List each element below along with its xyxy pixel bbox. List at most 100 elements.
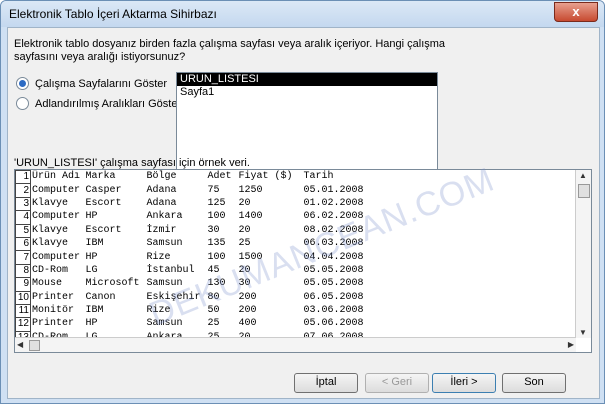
table-cell: 20 (238, 264, 251, 276)
table-cell: Mouse (32, 278, 63, 290)
table-cell: Ankara (146, 211, 183, 223)
vertical-scroll-thumb[interactable] (578, 184, 590, 198)
close-button[interactable]: x (554, 2, 598, 22)
table-cell: Computer (32, 251, 81, 263)
finish-button[interactable]: Son (502, 373, 566, 393)
horizontal-scrollbar[interactable]: ◀ ▶ (15, 337, 576, 352)
table-cell: 25 (207, 318, 220, 330)
scroll-down-icon[interactable]: ▼ (579, 328, 587, 337)
table-cell: İstanbul (146, 264, 195, 276)
row-number: 5 (15, 223, 31, 238)
sample-data-grid: 1 Ürün Adı Marka Bölge Adet Fiyat ($) Tarih 2 Co… (14, 169, 592, 353)
row-number: 1 (15, 170, 31, 185)
table-cell: 06.05.2008 (303, 291, 364, 303)
table-cell: 06.03.2008 (303, 238, 364, 250)
table-cell: 05.05.2008 (303, 264, 364, 276)
table-cell: Adet (207, 171, 232, 183)
table-cell: Klavye (32, 197, 69, 209)
table-cell: Escort (85, 197, 122, 209)
vertical-scrollbar[interactable]: ▲ ▼ (575, 170, 591, 338)
table-cell: 20 (238, 197, 251, 209)
row-number: 8 (15, 263, 31, 279)
table-cell: 100 (207, 251, 226, 263)
table-cell: Klavye (32, 224, 69, 236)
back-button[interactable]: < Geri (365, 373, 429, 393)
table-cell: IBM (85, 238, 104, 250)
table-cell: IBM (85, 305, 104, 317)
table-cell: Adana (146, 197, 177, 209)
row-number: 10 (15, 290, 31, 305)
table-row: 3 Klavye Escort Adana 125 20 01.02.2008 (15, 196, 376, 212)
table-cell: CD-Rom (32, 264, 69, 276)
table-cell: 45 (207, 264, 220, 276)
table-cell: 30 (238, 278, 251, 290)
table-cell: Rize (146, 251, 171, 263)
instruction-text: Elektronik tablo dosyanız birden fazla ç… (14, 38, 446, 63)
table-row: 2 Computer Casper Adana 75 1250 05.01.2008 (15, 183, 376, 198)
table-cell: LG (85, 264, 98, 276)
table-cell: Klavye (32, 238, 69, 250)
table-cell: HP (85, 251, 98, 263)
worksheet-item-sayfa1[interactable]: Sayfa1 (177, 86, 437, 99)
table-cell: Eskişehir (146, 291, 201, 303)
next-button[interactable]: İleri > (432, 373, 496, 393)
horizontal-scroll-thumb[interactable] (29, 340, 40, 351)
table-cell: 25 (238, 238, 251, 250)
worksheet-item-urun-listesi[interactable]: URUN_LISTESI (177, 73, 437, 86)
table-cell: Monitör (32, 305, 75, 317)
table-cell: Tarih (303, 171, 334, 183)
table-cell: 50 (207, 305, 220, 317)
table-cell: Microsoft (85, 278, 140, 290)
table-cell: Computer (32, 211, 81, 223)
table-cell: Rize (146, 305, 171, 317)
row-number: 2 (15, 183, 31, 198)
table-cell: 100 (207, 211, 226, 223)
radio-show-worksheets[interactable] (16, 77, 29, 90)
table-row: 11 Monitör IBM Rize 50 200 03.06.2008 (15, 303, 376, 319)
scroll-right-icon[interactable]: ▶ (568, 340, 574, 349)
scroll-left-icon[interactable]: ◀ (17, 340, 23, 349)
sample-data-table: 1 Ürün Adı Marka Bölge Adet Fiyat ($) Tarih 2 Co… (15, 170, 376, 352)
title-bar: Elektronik Tablo İçeri Aktarma Sihirbazı… (1, 1, 604, 27)
worksheet-list[interactable]: URUN_LISTESI Sayfa1 (176, 72, 438, 170)
scroll-up-icon[interactable]: ▲ (579, 171, 587, 180)
window-title: Elektronik Tablo İçeri Aktarma Sihirbazı (9, 7, 217, 21)
table-cell: 80 (207, 291, 220, 303)
table-cell: Samsun (146, 238, 183, 250)
table-cell: 75 (207, 184, 220, 196)
table-cell: Casper (85, 184, 122, 196)
wizard-body: Elektronik tablo dosyanız birden fazla ç… (7, 27, 600, 399)
table-cell: Computer (32, 184, 81, 196)
table-cell: 08.02.2008 (303, 224, 364, 236)
table-cell: HP (85, 211, 98, 223)
table-row: 10 Printer Canon Eskişehir 80 200 06.05.2008 (15, 290, 376, 305)
table-cell: 135 (207, 238, 226, 250)
row-number: 4 (15, 210, 31, 225)
table-cell: İzmir (146, 224, 177, 236)
cancel-button[interactable]: İptal (294, 373, 358, 393)
wizard-window: Elektronik Tablo İçeri Aktarma Sihirbazı… (0, 0, 605, 404)
table-cell: 05.05.2008 (303, 278, 364, 290)
row-number: 3 (15, 196, 31, 212)
table-row: 8 CD-Rom LG İstanbul 45 20 05.05.2008 (15, 263, 376, 279)
table-cell: 04.04.2008 (303, 251, 364, 263)
table-row: 12 Printer HP Samsun 25 400 05.06.2008 (15, 317, 376, 332)
show-worksheets-label: Çalışma Sayfalarını Göster (35, 77, 168, 90)
table-cell: Printer (32, 291, 75, 303)
row-number: 11 (15, 303, 31, 319)
radio-show-named-ranges[interactable] (16, 97, 29, 110)
table-cell: Canon (85, 291, 116, 303)
show-named-ranges-option[interactable]: Adlandırılmış Aralıkları Göster (16, 97, 181, 110)
table-cell: 200 (238, 291, 257, 303)
show-named-ranges-label: Adlandırılmış Aralıkları Göster (35, 97, 182, 110)
table-cell: 01.02.2008 (303, 197, 364, 209)
table-cell: Ürün Adı (32, 171, 81, 183)
table-cell: 05.01.2008 (303, 184, 364, 196)
table-cell: Adana (146, 184, 177, 196)
table-cell: Printer (32, 318, 75, 330)
show-worksheets-option[interactable]: Çalışma Sayfalarını Göster (16, 77, 167, 90)
table-cell: 05.06.2008 (303, 318, 364, 330)
row-number: 12 (15, 317, 31, 332)
table-cell: 200 (238, 305, 257, 317)
table-cell: Fiyat ($) (238, 171, 293, 183)
